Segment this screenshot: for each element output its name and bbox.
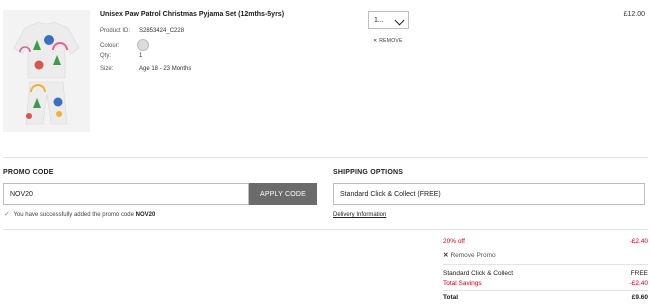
promo-code-input[interactable]: NOV20 xyxy=(3,183,249,205)
colour-row: Colour: xyxy=(100,39,149,51)
shipping-cost-line: Standard Click & Collect FREE xyxy=(443,270,648,277)
quantity-select-value: 1... xyxy=(374,16,384,24)
colour-label: Colour: xyxy=(100,42,120,49)
shipping-cost-value: FREE xyxy=(630,270,648,277)
checkmark-icon: ✓ xyxy=(4,211,10,218)
section-divider xyxy=(3,229,648,230)
qty-row: Qty: 1 xyxy=(100,53,142,59)
discount-line: 20% off -£2.40 xyxy=(443,238,648,245)
product-image[interactable] xyxy=(3,10,90,132)
remove-promo-label: Remove Promo xyxy=(450,252,496,259)
colour-swatch xyxy=(137,39,149,51)
remove-item-link[interactable]: ✕ REMOVE xyxy=(373,38,403,44)
product-id-value: S2853424_C228 xyxy=(139,28,185,34)
total-savings-label: Total Savings xyxy=(443,280,482,287)
total-savings-value: -£2.40 xyxy=(629,280,648,287)
section-divider xyxy=(3,157,648,158)
close-icon: ✕ xyxy=(373,38,378,44)
item-price: £12.00 xyxy=(623,11,645,18)
shipping-heading: SHIPPING OPTIONS xyxy=(333,169,404,176)
promo-heading: PROMO CODE xyxy=(3,169,54,176)
remove-item-label: REMOVE xyxy=(379,38,403,44)
promo-success-message: ✓ You have successfully added the promo … xyxy=(4,210,155,218)
size-value: Age 18 - 23 Months xyxy=(139,66,192,72)
promo-success-text: You have successfully added the promo co… xyxy=(13,212,134,218)
size-label: Size: xyxy=(100,66,114,72)
product-id-row: Product ID: S2853424_C228 xyxy=(100,28,184,34)
remove-promo-link[interactable]: ✕ Remove Promo xyxy=(443,251,496,259)
promo-code-value: NOV20 xyxy=(10,190,33,198)
chevron-down-icon xyxy=(394,15,405,26)
discount-value: -£2.40 xyxy=(629,238,648,245)
total-line: Total £9.60 xyxy=(443,294,648,301)
total-value: £9.60 xyxy=(631,294,648,301)
summary-divider xyxy=(443,264,648,265)
delivery-information-link[interactable]: Delivery Information xyxy=(333,212,386,218)
product-id-label: Product ID: xyxy=(100,28,131,34)
shipping-option-select[interactable]: Standard Click & Collect (FREE) xyxy=(333,183,645,205)
pyjama-illustration xyxy=(3,10,90,132)
apply-code-button[interactable]: APPLY CODE xyxy=(249,183,317,205)
shipping-option-value: Standard Click & Collect (FREE) xyxy=(340,190,441,198)
qty-value: 1 xyxy=(139,53,143,59)
qty-label: Qty: xyxy=(100,53,112,59)
product-title[interactable]: Unisex Paw Patrol Christmas Pyjama Set (… xyxy=(100,11,284,18)
close-icon: ✕ xyxy=(443,252,449,259)
promo-success-code: NOV20 xyxy=(135,212,156,218)
total-label: Total xyxy=(443,294,459,301)
summary-divider xyxy=(443,290,648,291)
total-savings-line: Total Savings -£2.40 xyxy=(443,280,648,287)
discount-label: 20% off xyxy=(443,238,465,245)
size-row: Size: Age 18 - 23 Months xyxy=(100,66,191,72)
shipping-cost-label: Standard Click & Collect xyxy=(443,270,514,277)
quantity-select[interactable]: 1... xyxy=(368,11,409,29)
